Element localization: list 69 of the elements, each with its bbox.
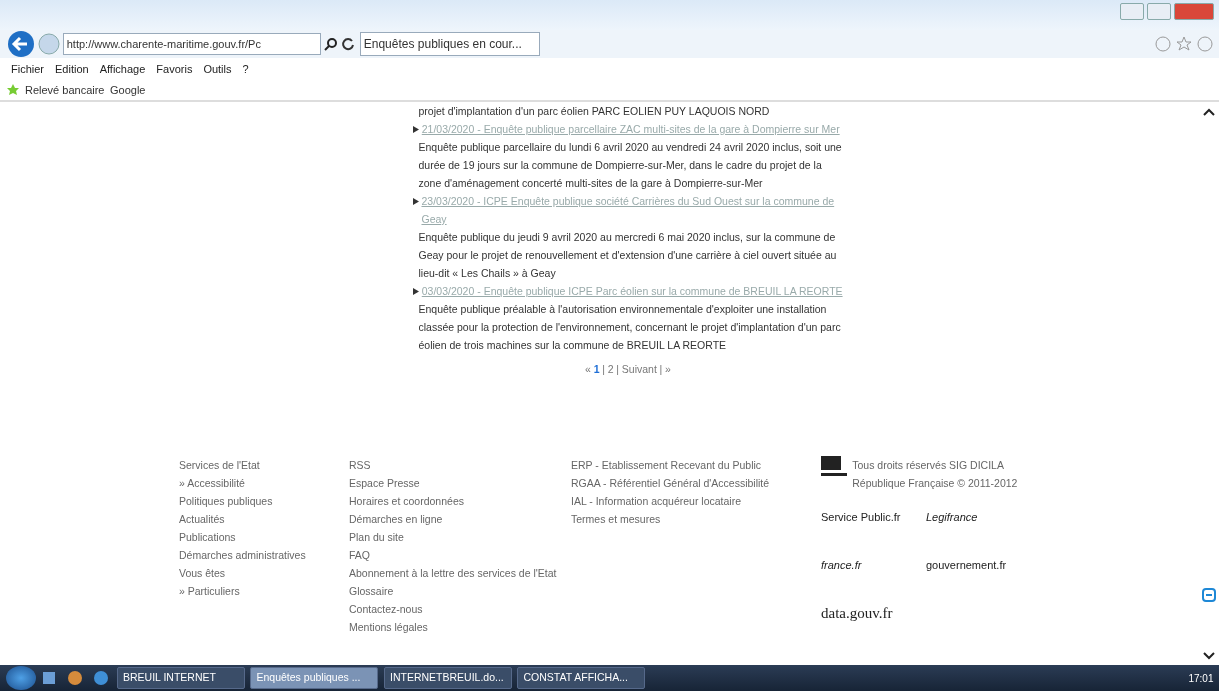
menu-item[interactable]: ? <box>242 60 249 78</box>
footer-link[interactable]: Services de l'Etat <box>179 455 349 474</box>
footer-link[interactable]: Glossaire <box>349 581 571 600</box>
footer-link[interactable]: Abonnement à la lettre des services de l'Etat <box>349 563 571 582</box>
notice-description: Enquête publique parcellaire du lundi 6 avril 2020 au vendredi 24 avril 2020 inclus, soit une durée de 19 jours sur la commune de Dompierre-sur-Mer, dans le cadre du projet de la zone d'aménagement concerté multi-sites de la gare à Dompierre-sur-Mer <box>417 140 843 191</box>
partner-logo[interactable]: gouvernement.fr <box>926 550 1031 599</box>
footer-link[interactable]: Plan du site <box>349 527 571 546</box>
footer-link[interactable]: Publications <box>179 527 349 546</box>
pagination-text: « <box>585 361 591 377</box>
menu-item[interactable]: Edition <box>55 60 89 78</box>
menu-item[interactable]: Favoris <box>156 60 193 78</box>
partner-logo[interactable]: data.gouv.fr <box>821 598 926 647</box>
partner-logo[interactable]: france.fr <box>821 550 926 599</box>
footer-link[interactable]: FAQ <box>349 545 571 564</box>
quick-launch-icons-drawing[interactable] <box>41 669 111 687</box>
footer-link[interactable]: » Accessibilité <box>179 473 349 492</box>
address-field[interactable]: http://www.charente-maritime.gouv.fr/Pc <box>63 33 321 55</box>
footer-link[interactable]: Horaires et coordonnées <box>349 491 571 510</box>
browser-tab[interactable]: Enquêtes publiques en cour... <box>360 32 540 56</box>
clock-text: 17:01 <box>1188 671 1214 686</box>
footer-link[interactable]: Démarches en ligne <box>349 509 571 528</box>
back-icon[interactable] <box>5 30 36 58</box>
footer-link[interactable]: ERP - Etablissement Recevant du Public <box>571 455 821 474</box>
bullet-icon <box>413 198 419 205</box>
bullet-icon <box>413 288 419 295</box>
footer-link[interactable]: IAL - Information acquéreur locataire <box>571 491 821 510</box>
taskbar-button[interactable]: CONSTAT AFFICHA... <box>517 667 645 689</box>
footer-link[interactable]: Actualités <box>179 509 349 528</box>
scroll-down-icon[interactable] <box>1203 651 1215 660</box>
pagination-text: | <box>659 361 663 377</box>
scroll-up-icon[interactable] <box>1203 107 1215 116</box>
pagination-text: | <box>602 361 605 377</box>
partner-logo[interactable]: Legifrance <box>926 502 1031 551</box>
footer-link[interactable]: Mentions légales <box>349 617 571 636</box>
notice-description: Enquête publique préalable à l'autorisation environnementale d'exploiter une installation classée pour la protection de l'environnement, concernant le projet d'implantation d'un parc éolien de trois machines sur la commune de BREUIL LA REORTE <box>417 302 842 353</box>
footer-link[interactable]: Espace Presse <box>349 473 571 492</box>
footer-link[interactable]: RSS <box>349 455 571 474</box>
marianne-logo-icon <box>821 455 847 478</box>
start-button[interactable] <box>5 666 36 690</box>
footer-link[interactable]: Contactez-nous <box>349 599 571 618</box>
footer-link[interactable]: Vous êtes <box>179 563 349 582</box>
taskbar-button[interactable]: INTERNETBREUIL.do... <box>383 667 512 689</box>
taskbar-button[interactable]: BREUIL INTERNET <box>116 667 245 689</box>
page-link[interactable]: 1 <box>593 359 600 378</box>
toolbar-icons-drawing <box>1153 35 1214 53</box>
footer-link[interactable]: Politiques publiques <box>179 491 349 510</box>
partner-logo[interactable]: Service Public.fr <box>821 502 926 551</box>
pagination-text: | <box>616 361 620 377</box>
close-button[interactable] <box>1173 2 1214 20</box>
menu-item[interactable]: Fichier <box>11 60 44 78</box>
page-link[interactable]: Suivant <box>621 359 657 378</box>
favorite-link[interactable]: Google <box>110 81 146 99</box>
url-text: http://www.charente-maritime.gouv.fr/Pc <box>66 36 261 52</box>
footer-link[interactable]: » Particuliers <box>179 581 349 600</box>
notice-description: projet d'implantation d'un parc éolien PARC EOLIEN PUY LAQUOIS NORD <box>417 104 771 119</box>
menu-item[interactable]: Outils <box>203 60 232 78</box>
refresh-icon[interactable] <box>340 37 355 51</box>
remote-app-icon[interactable] <box>1202 587 1216 602</box>
pagination-text: » <box>665 361 671 377</box>
footer-link[interactable]: RGAA - Référentiel Général d'Accessibilité <box>571 473 821 492</box>
bullet-icon <box>413 126 419 133</box>
copyright-text: Tous droits réservés SIG DICILA République Française © 2011-2012 <box>852 457 1019 491</box>
footer-link[interactable]: Termes et mesures <box>571 509 821 528</box>
footer-link[interactable]: Démarches administratives <box>179 545 349 564</box>
favorite-link[interactable]: Relevé bancaire <box>25 81 105 99</box>
page-link[interactable]: 2 <box>607 359 614 378</box>
search-icon[interactable] <box>323 37 338 51</box>
menu-item[interactable]: Affichage <box>99 60 146 78</box>
notice-description: Enquête publique du jeudi 9 avril 2020 au mercredi 6 mai 2020 inclus, sur la commune de Geay pour le projet de renouvellement et d'extension d'une carrière à ciel ouvert située au lieu-dit « Les Chails » à Geay <box>417 230 838 281</box>
